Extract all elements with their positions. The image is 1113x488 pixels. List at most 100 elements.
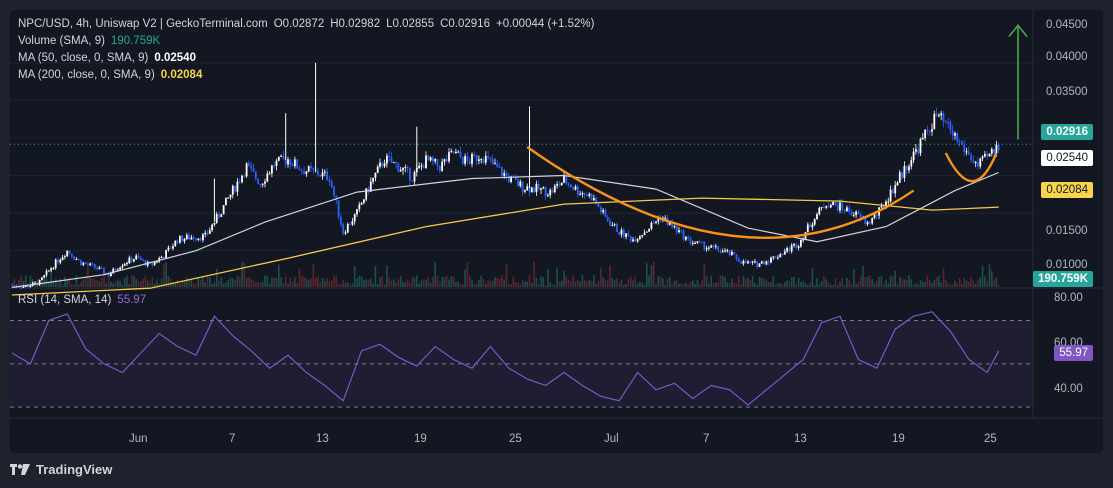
candle-body (735, 254, 738, 259)
candle-body (381, 162, 384, 167)
candle-body (429, 157, 432, 161)
volume-bar (264, 275, 266, 287)
candle-body (832, 202, 834, 205)
volume-bar (390, 280, 393, 287)
candle-body (243, 175, 246, 177)
candle-body (705, 248, 708, 250)
candle-body (772, 256, 775, 258)
volume-bar (61, 284, 64, 287)
candle-body (737, 258, 740, 262)
candle-body (139, 257, 142, 260)
volume-bar (215, 268, 218, 287)
volume-bar (556, 267, 558, 287)
candle-body (333, 187, 335, 196)
volume-bar (165, 262, 167, 287)
ma200-value: 0.02084 (160, 69, 203, 81)
volume-bar (669, 277, 671, 287)
candle-body (45, 271, 48, 276)
candle-body (790, 245, 793, 252)
volume-bar (981, 265, 984, 287)
volume-bar (586, 281, 588, 287)
volume-bar (671, 284, 673, 287)
date-tick: 13 (794, 433, 807, 445)
candle-body (908, 166, 910, 171)
volume-bar (351, 283, 354, 287)
volume-bar (439, 282, 441, 287)
volume-bar (597, 281, 600, 287)
volume-bar (330, 280, 333, 287)
symbol-title[interactable]: NPC/USD, 4h, Uniswap V2 | GeckoTerminal.… (18, 16, 268, 33)
candle-body (277, 156, 280, 161)
candle-body (438, 165, 441, 171)
candle-body (312, 168, 315, 170)
volume-bar (613, 279, 616, 287)
volume-bar (340, 284, 342, 287)
volume-bar (517, 282, 519, 287)
rsi-legend[interactable]: RSI (14, SMA, 14) 55.97 (18, 294, 146, 306)
volume-bar (222, 283, 225, 287)
volume-bar (547, 269, 549, 287)
volume-bar (287, 284, 289, 287)
volume-bar (75, 275, 78, 287)
price-tick: 0.04500 (1046, 19, 1088, 31)
volume-bar (218, 281, 220, 287)
volume-bar (20, 275, 22, 287)
volume-bar (452, 276, 455, 287)
candle-body (96, 267, 98, 270)
volume-bar (436, 275, 439, 287)
tradingview-branding[interactable]: TradingView (10, 462, 112, 477)
candle-body (461, 157, 464, 164)
volume-bar (779, 283, 781, 287)
candle-body (781, 254, 784, 256)
volume-bar (379, 277, 381, 287)
candle-body (540, 188, 542, 190)
candle-body (549, 189, 552, 196)
ma200-legend[interactable]: MA (200, close, 0, SMA, 9) 0.02084 (18, 67, 594, 84)
volume-bar (89, 277, 91, 287)
volume-bar (604, 280, 607, 287)
volume-bar (181, 281, 183, 287)
candle-body (866, 222, 869, 225)
volume-bar (878, 276, 880, 287)
volume-bar (761, 277, 763, 287)
candle-body (751, 261, 754, 263)
volume-bar (678, 284, 680, 287)
ma50-label: MA (50, close, 0, SMA, 9) (18, 52, 149, 64)
volume-bar (577, 279, 579, 287)
volume-bar (514, 282, 517, 287)
candle-body (346, 224, 349, 233)
volume-bar (445, 275, 448, 287)
volume-bar (648, 275, 650, 287)
volume-bar (117, 279, 119, 287)
volume-bar (588, 279, 591, 287)
volume-bar (491, 280, 494, 287)
volume-bar (758, 276, 761, 287)
volume-bar (337, 284, 340, 287)
candle-body (765, 261, 768, 265)
volume-bar (123, 277, 126, 287)
volume-bar (689, 281, 692, 287)
candle-body (478, 159, 480, 161)
candle-body (57, 259, 59, 263)
candle-body (409, 167, 411, 181)
volume-legend[interactable]: Volume (SMA, 9) 190.759K (18, 33, 594, 50)
candle-body (958, 141, 961, 143)
candle-body (618, 231, 621, 235)
candle-body (712, 245, 715, 247)
candle-body (990, 149, 993, 154)
volume-bar (130, 275, 133, 287)
volume-bar (915, 283, 917, 287)
candle-body (64, 256, 66, 258)
volume-bar (659, 276, 662, 287)
candle-body (710, 245, 713, 248)
volume-bar (213, 282, 216, 287)
close-value: C0.02916 (440, 18, 490, 30)
ma50-legend[interactable]: MA (50, close, 0, SMA, 9) 0.02540 (18, 50, 594, 67)
volume-bar (857, 282, 860, 287)
candle-body (558, 184, 561, 186)
chart-panel[interactable]: NPC/USD, 4h, Uniswap V2 | GeckoTerminal.… (10, 10, 1103, 453)
volume-bar (747, 278, 749, 287)
cup-curve (526, 146, 915, 239)
candle-body (397, 163, 400, 172)
candle-body (537, 183, 540, 190)
